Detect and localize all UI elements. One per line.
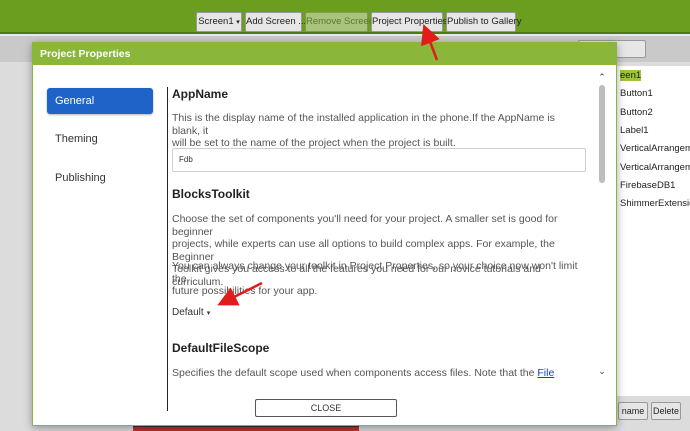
scroll-down-icon[interactable]: ⌄ (596, 365, 608, 377)
project-properties-button[interactable]: Project Properties (371, 12, 448, 32)
screen-selector-label: Screen1 (198, 16, 234, 27)
component-item[interactable]: Button2 (620, 107, 653, 118)
appname-input[interactable]: Fdb (172, 148, 586, 172)
delete-button[interactable]: Delete (651, 402, 681, 420)
blockstoolkit-heading: BlocksToolkit (172, 187, 250, 201)
appname-heading: AppName (172, 87, 229, 101)
nav-publishing[interactable]: Publishing (47, 165, 153, 191)
nav-general[interactable]: General (47, 88, 153, 114)
nav-theming[interactable]: Theming (47, 126, 153, 152)
top-toolbar: Screen1 ▾ Add Screen ... Remove Screen P… (0, 0, 690, 34)
component-item[interactable]: een1 (620, 70, 642, 81)
scroll-up-icon[interactable]: ⌃ (596, 71, 608, 83)
component-item[interactable]: VerticalArrangeme (620, 162, 690, 173)
component-item[interactable]: VerticalArrangeme (620, 143, 690, 154)
defaultfilescope-description: Specifies the default scope used when co… (172, 367, 555, 379)
properties-content: AppName This is the display name of the … (171, 85, 591, 413)
screen-selector-dropdown[interactable]: Screen1 ▾ (196, 12, 242, 32)
component-item[interactable]: Label1 (620, 125, 649, 136)
chevron-down-icon: ▾ (236, 19, 240, 26)
component-item[interactable]: FirebaseDB1 (620, 180, 675, 191)
toolkit-dropdown[interactable]: Default ▾ (172, 307, 210, 318)
project-properties-dialog: Project Properties General Theming Publi… (32, 42, 617, 426)
file-link[interactable]: File (537, 367, 554, 379)
remove-screen-button[interactable]: Remove Screen (305, 12, 374, 32)
close-button[interactable]: CLOSE (255, 399, 397, 417)
publish-to-gallery-button[interactable]: Publish to Gallery (446, 12, 521, 32)
chevron-down-icon: ▾ (206, 310, 211, 317)
phone-preview-edge (133, 426, 359, 431)
defaultfilescope-heading: DefaultFileScope (172, 341, 270, 355)
content-scrollbar[interactable]: ⌃ ⌄ (596, 71, 608, 381)
blockstoolkit-note: You can always change your toolkit in Pr… (172, 260, 578, 297)
component-item[interactable]: ShimmerExtension (620, 198, 690, 209)
content-divider (167, 87, 168, 411)
toolkit-dropdown-value: Default (172, 307, 204, 318)
dialog-title: Project Properties (33, 43, 616, 65)
component-item[interactable]: Button1 (620, 88, 653, 99)
scrollbar-thumb[interactable] (599, 85, 605, 183)
add-screen-button[interactable]: Add Screen ... (245, 12, 306, 32)
rename-button[interactable]: name (618, 402, 648, 420)
appname-description: This is the display name of the installe… (172, 112, 555, 149)
